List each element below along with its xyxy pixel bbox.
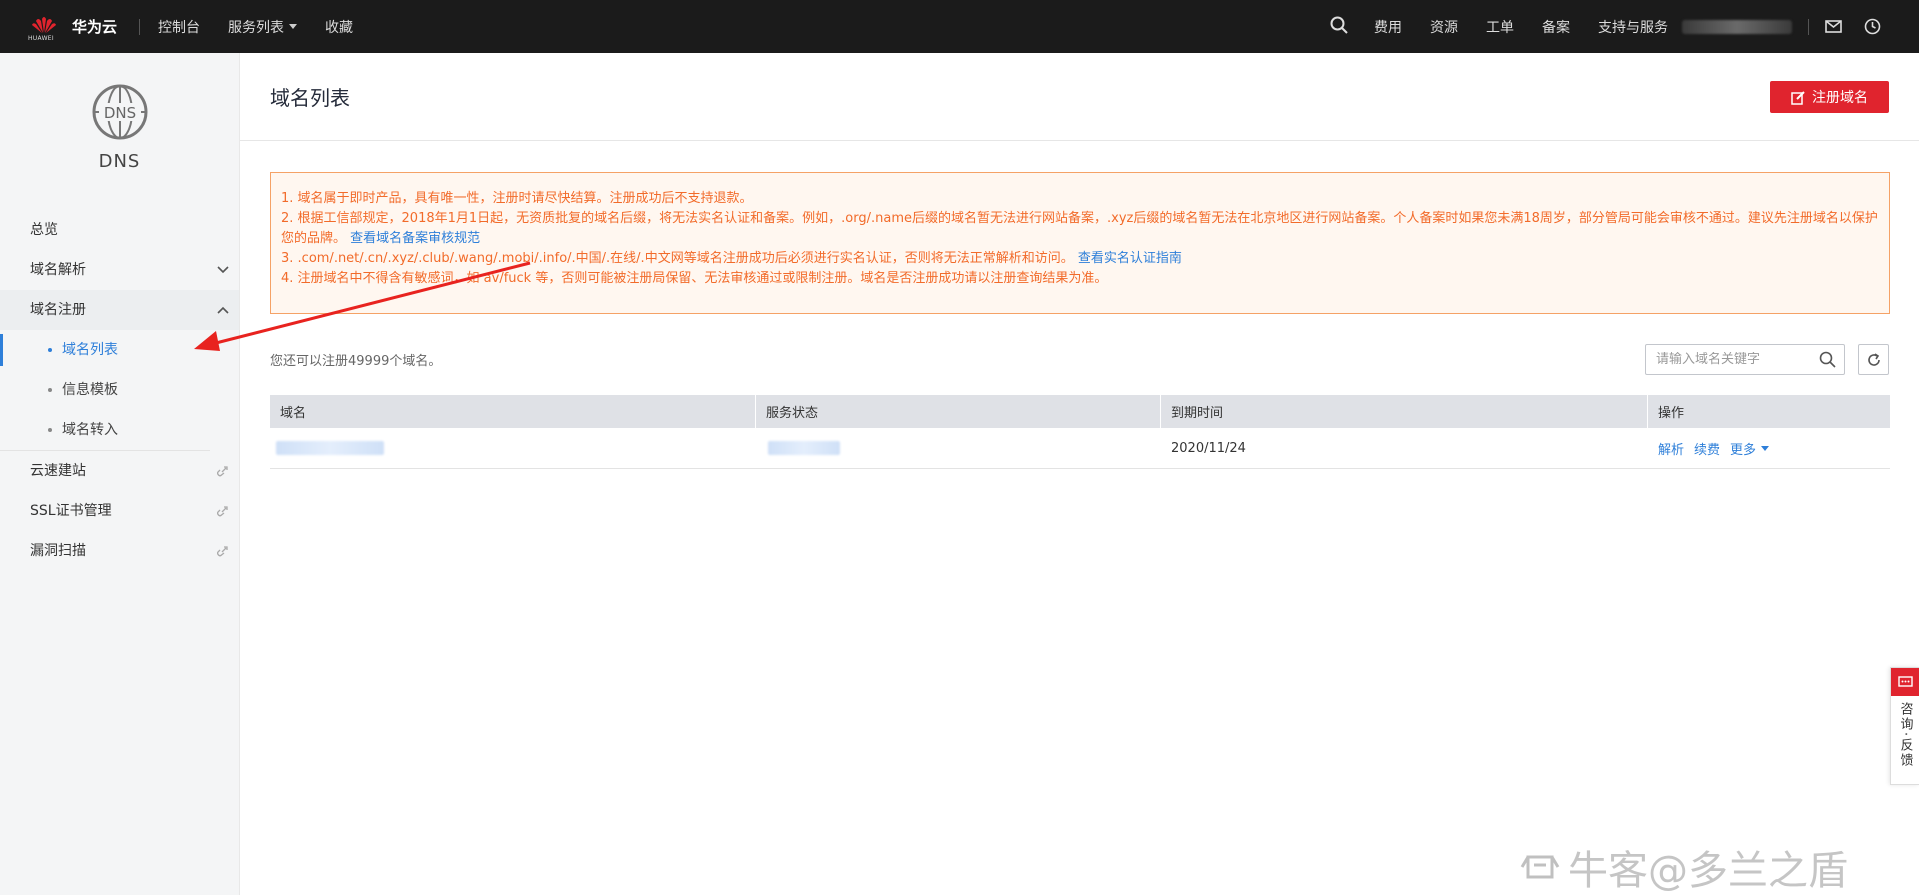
brand-name: 华为云 — [72, 18, 118, 36]
nav-service-list-label: 服务列表 — [228, 19, 285, 36]
sidebar-item-label: 域名解析 — [30, 262, 86, 278]
table-header: 域名 服务状态 到期时间 操作 — [270, 395, 1890, 428]
domain-name-redacted — [276, 441, 384, 455]
nav-tickets[interactable]: 工单 — [1486, 17, 1514, 37]
nav-support[interactable]: 支持与服务 — [1598, 17, 1668, 37]
real-name-guide-link[interactable]: 查看实名认证指南 — [1078, 251, 1182, 266]
mail-icon[interactable] — [1825, 20, 1842, 33]
domain-search-input[interactable] — [1656, 352, 1806, 367]
bullet — [48, 428, 52, 432]
col-status: 服务状态 — [756, 395, 1161, 428]
sidebar-item-ssl-cert[interactable]: SSL证书管理 — [0, 491, 239, 531]
nav-billing[interactable]: 费用 — [1374, 17, 1402, 37]
refresh-button[interactable] — [1858, 344, 1889, 375]
sidebar-item-label: 云速建站 — [30, 463, 86, 479]
huawei-flower-icon: HUAWEI — [28, 13, 58, 42]
refresh-icon — [1867, 352, 1880, 366]
service-title: DNS — [98, 151, 141, 172]
nowcoder-logo-icon — [1520, 855, 1560, 879]
icp-filing-rules-link[interactable]: 查看域名备案审核规范 — [350, 231, 480, 246]
register-domain-label: 注册域名 — [1812, 90, 1868, 106]
bullet — [48, 348, 52, 352]
domain-table: 域名 服务状态 到期时间 操作 2020/11/24 解析 续费 更多 — [270, 395, 1890, 469]
external-link-icon — [217, 466, 228, 477]
sidebar-item-site-builder[interactable]: 云速建站 — [0, 451, 239, 491]
annotation-arrow — [194, 261, 531, 351]
cell-domain[interactable] — [270, 428, 756, 468]
main-content: 域名列表 注册域名 1. 域名属于即时产品，具有唯一性，注册时请尽快结算。注册成… — [240, 53, 1919, 895]
more-dropdown[interactable]: 更多 — [1730, 439, 1770, 458]
nav-console[interactable]: 控制台 — [158, 17, 200, 37]
sidebar-subitem-info-template[interactable]: 信息模板 — [0, 370, 210, 410]
sidebar-item-vuln-scan[interactable]: 漏洞扫描 — [0, 531, 239, 571]
resolve-link[interactable]: 解析 — [1658, 439, 1684, 458]
dns-globe-icon: DNS — [92, 84, 147, 140]
sidebar-item-label: 总览 — [30, 222, 58, 238]
external-link-icon — [217, 506, 228, 517]
sidebar-item-label: SSL证书管理 — [30, 503, 112, 519]
sidebar-subitem-domain-list[interactable]: 域名列表 — [0, 330, 210, 370]
chevron-down-icon — [1761, 445, 1770, 451]
sidebar-item-overview[interactable]: 总览 — [0, 210, 239, 250]
col-domain: 域名 — [270, 395, 756, 428]
huawei-logo[interactable]: HUAWEI 华为云 — [28, 13, 118, 42]
watermark-text: 牛客@多兰之盾 — [1568, 848, 1848, 894]
notice-line-2: 2. 根据工信部规定，2018年1月1日起，无资质批复的域名后缀，将无法实名认证… — [281, 209, 1879, 249]
feedback-tab[interactable]: 咨询·反馈 — [1890, 667, 1919, 785]
svg-text:DNS: DNS — [103, 104, 135, 122]
register-domain-button[interactable]: 注册域名 — [1770, 81, 1889, 113]
logo-wordmark: HUAWEI — [28, 34, 54, 42]
sidebar-subitem-label: 信息模板 — [62, 382, 118, 398]
page-header: 域名列表 — [240, 53, 1919, 141]
search-icon[interactable] — [1330, 16, 1348, 38]
divider — [1808, 18, 1809, 35]
status-redacted — [768, 441, 840, 455]
watermark: 牛客@多兰之盾 — [1518, 838, 1848, 895]
more-label: 更多 — [1730, 442, 1757, 458]
cell-expiry: 2020/11/24 — [1171, 440, 1246, 456]
top-navigation-bar: HUAWEI 华为云 控制台 服务列表 收藏 费用 资源 工单 备案 支持与服务 — [0, 0, 1919, 53]
feedback-label: 咨询·反馈 — [1897, 702, 1913, 769]
sidebar-subitem-domain-transfer[interactable]: 域名转入 — [0, 410, 210, 450]
col-expiry: 到期时间 — [1161, 395, 1648, 428]
domain-search-box — [1645, 344, 1845, 375]
renew-link[interactable]: 续费 — [1694, 439, 1720, 458]
sidebar-item-label: 漏洞扫描 — [30, 543, 86, 559]
cell-status — [756, 428, 1161, 468]
username-redacted[interactable] — [1682, 19, 1792, 34]
notice-line-2-text: 2. 根据工信部规定，2018年1月1日起，无资质批复的域名后缀，将无法实名认证… — [281, 211, 1878, 246]
service-header: DNS DNS — [0, 53, 239, 172]
nav-icp-filing[interactable]: 备案 — [1542, 17, 1570, 37]
chat-icon — [1891, 668, 1919, 696]
divider — [139, 18, 141, 35]
cell-actions: 解析 续费 更多 — [1648, 428, 1890, 468]
domain-registration-submenu: 域名列表 信息模板 域名转入 — [0, 330, 210, 451]
sidebar-subitem-label: 域名列表 — [62, 342, 118, 358]
chevron-down-icon — [289, 24, 298, 29]
sidebar-item-label: 域名注册 — [30, 302, 86, 318]
nav-service-list[interactable]: 服务列表 — [228, 17, 298, 37]
col-actions: 操作 — [1658, 406, 1685, 421]
table-row: 2020/11/24 解析 续费 更多 — [270, 428, 1890, 469]
nav-favorites[interactable]: 收藏 — [325, 17, 353, 37]
bullet — [48, 388, 52, 392]
external-link-icon — [217, 546, 228, 557]
search-icon[interactable] — [1819, 351, 1836, 372]
topbar-right: 费用 资源 工单 备案 支持与服务 — [1330, 0, 1919, 53]
sidebar-subitem-label: 域名转入 — [62, 422, 118, 438]
edit-icon — [1791, 90, 1806, 105]
notice-line-1: 1. 域名属于即时产品，具有唯一性，注册时请尽快结算。注册成功后不支持退款。 — [281, 191, 753, 206]
nav-resources[interactable]: 资源 — [1430, 17, 1458, 37]
clock-icon[interactable] — [1864, 18, 1881, 35]
page-title: 域名列表 — [270, 86, 350, 110]
sidebar: DNS DNS 总览 域名解析 域名注册 域名列表 信息模板 域名转入 云速建站… — [0, 53, 240, 895]
